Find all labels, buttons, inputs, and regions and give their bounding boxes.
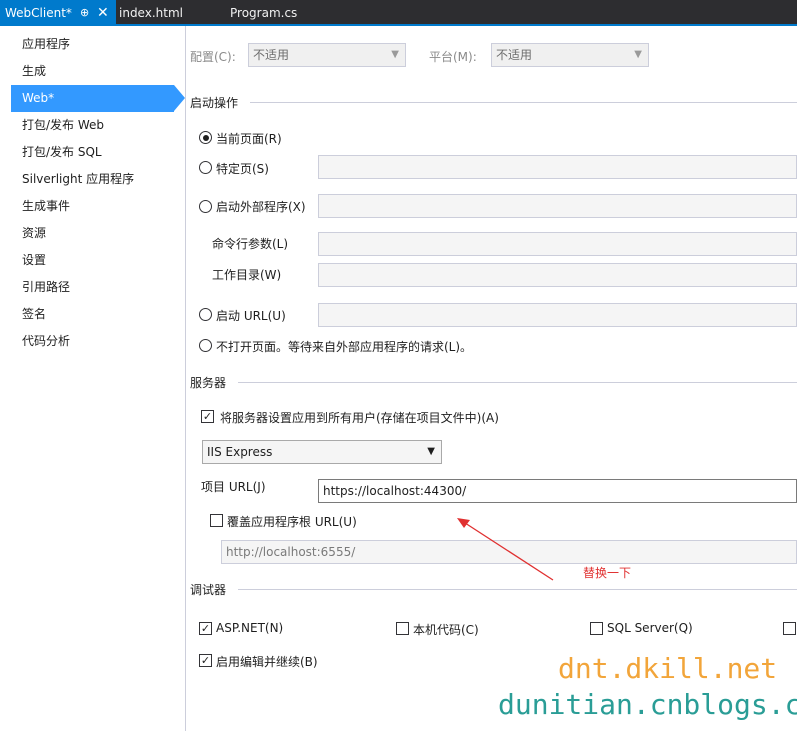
section-divider — [250, 102, 797, 103]
external-program-input[interactable] — [318, 194, 797, 218]
property-pages-nav: 应用程序 生成 Web* 打包/发布 Web 打包/发布 SQL Silverl… — [0, 26, 186, 731]
start-action-section: 启动操作 — [190, 94, 797, 110]
sidebar-item-reference-paths[interactable]: 引用路径 — [11, 274, 174, 301]
pin-icon[interactable]: ⊕ — [80, 0, 89, 26]
working-dir-label: 工作目录(W) — [212, 268, 282, 282]
document-tab-strip: WebClient* ⊕ ✕ index.html Program.cs — [0, 0, 797, 26]
sql-debugger-checkbox[interactable] — [590, 622, 603, 635]
override-root-label[interactable]: 覆盖应用程序根 URL(U) — [227, 513, 357, 530]
sql-debugger-label[interactable]: SQL Server(Q) — [607, 621, 693, 635]
sidebar-item-silverlight[interactable]: Silverlight 应用程序 — [11, 166, 174, 193]
working-dir-input[interactable] — [318, 263, 797, 287]
specific-page-input[interactable] — [318, 155, 797, 179]
sidebar-item-package-sql[interactable]: 打包/发布 SQL — [11, 139, 174, 166]
start-url-label[interactable]: 启动 URL(U) — [216, 307, 286, 324]
override-root-checkbox[interactable] — [210, 514, 223, 527]
aspnet-debugger-label[interactable]: ASP.NET(N) — [216, 621, 283, 635]
command-args-label: 命令行参数(L) — [212, 237, 289, 251]
selection-arrow-icon — [174, 85, 185, 111]
external-program-label[interactable]: 启动外部程序(X) — [216, 198, 306, 215]
sidebar-item-label: Web* — [22, 91, 55, 105]
extra-debugger-checkbox[interactable] — [783, 622, 796, 635]
apply-all-users-label[interactable]: 将服务器设置应用到所有用户(存储在项目文件中)(A) — [220, 409, 499, 426]
sidebar-item-settings[interactable]: 设置 — [11, 247, 174, 274]
tab-webclient[interactable]: WebClient* ⊕ ✕ — [0, 0, 116, 24]
annotation-note: 替换一下 — [583, 566, 632, 580]
sidebar-item-build[interactable]: 生成 — [11, 58, 174, 85]
command-args-input[interactable] — [318, 232, 797, 256]
chevron-down-icon: ▼ — [427, 446, 435, 457]
native-debugger-checkbox[interactable] — [396, 622, 409, 635]
server-type-dropdown[interactable]: IIS Express ▼ — [202, 440, 442, 464]
platform-label: 平台(M): — [429, 50, 477, 64]
platform-dropdown[interactable]: 不适用 ▼ — [491, 43, 649, 67]
section-divider — [238, 382, 797, 383]
section-title: 服务器 — [190, 376, 227, 390]
web-properties-panel: 配置(C): 不适用 ▼ 平台(M): 不适用 ▼ 启动操作 当前页面(R) 特… — [187, 26, 797, 731]
section-title: 调试器 — [190, 583, 227, 597]
apply-all-users-checkbox[interactable]: ✓ — [201, 410, 214, 423]
sidebar-item-web[interactable]: Web* — [11, 85, 185, 112]
aspnet-debugger-checkbox[interactable]: ✓ — [199, 622, 212, 635]
server-type-value: IIS Express — [207, 445, 273, 459]
specific-page-radio[interactable] — [199, 161, 212, 174]
edit-continue-checkbox[interactable]: ✓ — [199, 654, 212, 667]
native-debugger-label[interactable]: 本机代码(C) — [413, 621, 479, 638]
sidebar-item-resources[interactable]: 资源 — [11, 220, 174, 247]
configuration-value: 不适用 — [253, 48, 290, 62]
configuration-label: 配置(C): — [190, 50, 236, 64]
sidebar-item-application[interactable]: 应用程序 — [11, 31, 174, 58]
configuration-dropdown[interactable]: 不适用 ▼ — [248, 43, 406, 67]
specific-page-label[interactable]: 特定页(S) — [216, 160, 269, 177]
sidebar-item-signing[interactable]: 签名 — [11, 301, 174, 328]
sidebar-item-package-web[interactable]: 打包/发布 Web — [11, 112, 174, 139]
sidebar-item-build-events[interactable]: 生成事件 — [11, 193, 174, 220]
watermark-line-1: dnt.dkill.net — [558, 652, 778, 685]
chevron-down-icon: ▼ — [634, 49, 642, 60]
watermark-line-2: dunitian.cnblogs.com — [498, 688, 797, 721]
edit-continue-label[interactable]: 启用编辑并继续(B) — [216, 653, 318, 670]
dont-open-label[interactable]: 不打开页面。等待来自外部应用程序的请求(L)。 — [216, 338, 472, 355]
override-url-input[interactable]: http://localhost:6555/ — [221, 540, 797, 564]
sidebar-item-code-analysis[interactable]: 代码分析 — [11, 328, 174, 355]
platform-value: 不适用 — [496, 48, 533, 62]
tab-label: WebClient* — [5, 6, 72, 20]
start-url-radio[interactable] — [199, 308, 212, 321]
close-icon[interactable]: ✕ — [97, 0, 109, 26]
tab-program-cs[interactable]: Program.cs — [230, 0, 297, 24]
project-url-label: 项目 URL(J) — [201, 480, 266, 494]
section-title: 启动操作 — [190, 96, 239, 110]
chevron-down-icon: ▼ — [391, 49, 399, 60]
current-page-radio[interactable] — [199, 131, 212, 144]
section-divider — [238, 589, 797, 590]
start-url-input[interactable] — [318, 303, 797, 327]
debuggers-section: 调试器 — [190, 581, 797, 597]
external-program-radio[interactable] — [199, 200, 212, 213]
current-page-label[interactable]: 当前页面(R) — [216, 130, 282, 147]
servers-section: 服务器 — [190, 374, 797, 390]
tab-index-html[interactable]: index.html — [119, 0, 183, 24]
dont-open-radio[interactable] — [199, 339, 212, 352]
project-url-input[interactable]: https://localhost:44300/ — [318, 479, 797, 503]
